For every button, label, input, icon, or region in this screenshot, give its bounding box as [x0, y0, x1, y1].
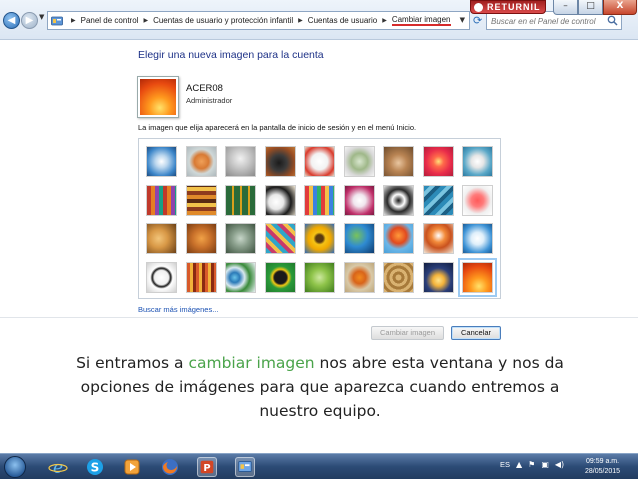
- orange-flower-picture: [140, 79, 176, 115]
- page-title: Elegir una nueva imagen para la cuenta: [138, 49, 324, 61]
- refresh-icon[interactable]: ⟳: [473, 14, 482, 27]
- forward-button[interactable]: ▶: [21, 12, 38, 29]
- caption-highlight: cambiar imagen: [188, 354, 315, 372]
- address-dropdown-icon[interactable]: ▼: [460, 16, 465, 24]
- maximize-button[interactable]: □: [578, 0, 603, 15]
- picture-option-wire-sphere[interactable]: [146, 146, 177, 177]
- picture-option-hot-air-balloon[interactable]: [383, 223, 414, 254]
- user-name: ACER08: [186, 83, 223, 94]
- breadcrumb-separator[interactable]: ▶: [71, 17, 76, 24]
- divider: [0, 317, 638, 318]
- control-panel-taskbar-icon[interactable]: [235, 457, 255, 477]
- picture-option-soccer-ball[interactable]: [146, 261, 177, 293]
- media-player-icon[interactable]: [122, 457, 142, 477]
- breadcrumb-separator[interactable]: ▶: [298, 17, 303, 24]
- picture-option-origami-sphere[interactable]: [462, 146, 493, 177]
- picture-option-striped-fabric[interactable]: [185, 184, 217, 216]
- picture-option-sunflower[interactable]: [304, 223, 335, 254]
- show-hidden-icons-icon[interactable]: ▲: [516, 460, 522, 469]
- clock-date: 28/05/2015: [585, 468, 621, 475]
- change-picture-button[interactable]: Cambiar imagen: [371, 326, 444, 340]
- window-controls: – □ X: [553, 0, 637, 15]
- current-avatar: [137, 76, 179, 118]
- picture-option-stairs[interactable]: [422, 184, 454, 216]
- system-tray: ES ▲ ⚑ ▣ ◀): [500, 460, 564, 469]
- picture-option-white-flowers[interactable]: [343, 184, 375, 216]
- browse-more-pictures-link[interactable]: Buscar más imágenes...: [138, 305, 218, 314]
- picture-option-record-player[interactable]: [264, 146, 296, 177]
- back-button[interactable]: ◀: [3, 12, 20, 29]
- picture-option-marbles[interactable]: [225, 261, 256, 293]
- internet-explorer-icon[interactable]: e: [48, 457, 68, 477]
- returnil-badge[interactable]: RETURNIL: [470, 0, 546, 14]
- picture-option-crayons[interactable]: [304, 184, 335, 216]
- breadcrumb-user-accounts-family[interactable]: Cuentas de usuario y protección infantil: [153, 16, 293, 25]
- action-center-flag-icon[interactable]: ⚑: [528, 460, 535, 469]
- picture-option-kitten[interactable]: [383, 146, 414, 177]
- returnil-label: RETURNIL: [487, 2, 541, 12]
- search-icon[interactable]: [607, 15, 618, 26]
- picture-option-twisted-pattern[interactable]: [383, 184, 414, 216]
- language-indicator[interactable]: ES: [500, 460, 510, 469]
- breadcrumb-user-accounts[interactable]: Cuentas de usuario: [308, 16, 377, 25]
- picture-description: La imagen que elija aparecerá en la pant…: [138, 123, 417, 132]
- picture-option-butterfly[interactable]: [343, 261, 375, 293]
- volume-icon[interactable]: ◀): [555, 460, 564, 469]
- breadcrumb-separator[interactable]: ▶: [382, 17, 387, 24]
- picture-option-green-window[interactable]: [264, 261, 296, 293]
- breadcrumb-control-panel[interactable]: Panel de control: [81, 16, 139, 25]
- clock-time: 09:59 a.m.: [585, 458, 620, 465]
- picture-gallery: [138, 138, 501, 299]
- picture-option-red-flower[interactable]: [422, 146, 454, 177]
- picture-option-starfish[interactable]: [185, 146, 217, 177]
- picture-option-leaf[interactable]: [304, 261, 335, 293]
- minimize-button[interactable]: –: [553, 0, 578, 15]
- breadcrumb-change-picture[interactable]: Cambiar imagen: [391, 15, 451, 26]
- picture-option-toy-robot[interactable]: [225, 223, 256, 254]
- address-path[interactable]: ▶ Panel de control ▶ Cuentas de usuario …: [47, 11, 470, 30]
- picture-option-stone-grid[interactable]: [225, 184, 256, 216]
- picture-option-wicker[interactable]: [383, 261, 414, 293]
- taskbar: e S P ES ▲ ⚑ ▣ ◀) 09:59 a.m. 28/05/2015: [0, 453, 638, 479]
- slide-caption: Si entramos a cambiar imagen nos abre es…: [60, 351, 580, 423]
- svg-text:P: P: [203, 463, 210, 474]
- picture-option-guitar[interactable]: [146, 223, 177, 254]
- picture-option-paper-crane[interactable]: [462, 184, 493, 216]
- search-input[interactable]: [491, 14, 607, 28]
- recent-pages-dropdown[interactable]: ▼: [39, 13, 44, 21]
- cancel-button[interactable]: Cancelar: [451, 326, 501, 340]
- picture-option-lantern[interactable]: [422, 261, 454, 293]
- network-icon[interactable]: ▣: [541, 460, 549, 469]
- powerpoint-icon[interactable]: P: [197, 457, 217, 477]
- svg-text:e: e: [53, 458, 63, 477]
- picture-option-dogs[interactable]: [264, 184, 296, 216]
- firefox-icon[interactable]: [160, 457, 180, 477]
- svg-text:S: S: [91, 461, 100, 475]
- picture-option-scarves[interactable]: [264, 223, 296, 254]
- close-button[interactable]: X: [603, 0, 637, 15]
- skype-icon[interactable]: S: [85, 457, 105, 477]
- picture-option-woven-fabric[interactable]: [185, 261, 217, 293]
- picture-option-globe[interactable]: [343, 146, 375, 177]
- start-button-icon[interactable]: [4, 456, 26, 478]
- returnil-icon: [474, 3, 483, 12]
- picture-option-sailboat[interactable]: [462, 223, 493, 254]
- user-type: Administrador: [186, 96, 233, 105]
- breadcrumb-separator[interactable]: ▶: [143, 17, 148, 24]
- clock[interactable]: 09:59 a.m. 28/05/2015: [585, 457, 620, 477]
- picture-option-beads[interactable]: [146, 184, 177, 216]
- picture-option-orange-flower[interactable]: [458, 257, 497, 297]
- picture-option-earth[interactable]: [343, 223, 375, 254]
- caption-text-start: Si entramos a: [76, 354, 189, 372]
- control-panel-icon: [51, 16, 63, 26]
- picture-option-lucky-cat[interactable]: [304, 146, 335, 177]
- picture-option-puppy[interactable]: [185, 223, 217, 254]
- picture-option-robot[interactable]: [225, 146, 256, 177]
- picture-option-mushroom[interactable]: [422, 223, 454, 254]
